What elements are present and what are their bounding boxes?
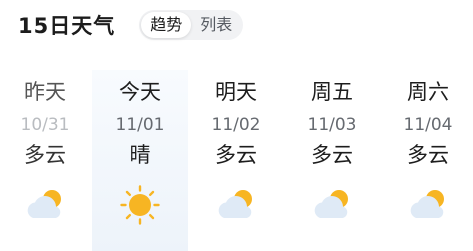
day-forecast-row: 昨天 10/31 多云 今天 11/01 晴 明天 11/02 多云 周五 11… bbox=[0, 70, 473, 251]
day-weather: 多云 bbox=[407, 143, 449, 167]
view-toggle: 趋势 列表 bbox=[139, 10, 244, 40]
page-title: 15日天气 bbox=[18, 14, 116, 38]
day-name: 周五 bbox=[311, 80, 353, 104]
tab-list[interactable]: 列表 bbox=[191, 12, 241, 38]
day-date: 10/31 bbox=[20, 115, 70, 135]
day-date: 11/01 bbox=[115, 115, 165, 135]
day-name: 昨天 bbox=[24, 80, 66, 104]
day-date: 11/04 bbox=[403, 115, 453, 135]
day-column-today[interactable]: 今天 11/01 晴 bbox=[92, 70, 188, 251]
partly-cloudy-icon bbox=[310, 185, 354, 225]
partly-cloudy-icon bbox=[406, 185, 450, 225]
day-name: 明天 bbox=[215, 80, 257, 104]
day-weather: 多云 bbox=[24, 143, 66, 167]
partly-cloudy-icon bbox=[23, 185, 67, 225]
header: 15日天气 趋势 列表 bbox=[18, 8, 473, 42]
day-name: 周六 bbox=[407, 80, 449, 104]
day-date: 11/03 bbox=[307, 115, 357, 135]
weather-15-day-card: 15日天气 趋势 列表 昨天 10/31 多云 今天 11/01 晴 明天 11… bbox=[0, 0, 473, 251]
day-weather: 多云 bbox=[311, 143, 353, 167]
day-column[interactable]: 周五 11/03 多云 bbox=[284, 70, 380, 251]
day-name: 今天 bbox=[119, 80, 161, 104]
day-column[interactable]: 明天 11/02 多云 bbox=[188, 70, 284, 251]
partly-cloudy-icon bbox=[214, 185, 258, 225]
day-date: 11/02 bbox=[211, 115, 261, 135]
day-weather: 多云 bbox=[215, 143, 257, 167]
sun-icon bbox=[118, 185, 162, 225]
day-weather: 晴 bbox=[129, 143, 151, 167]
day-column[interactable]: 昨天 10/31 多云 bbox=[0, 70, 93, 251]
day-column[interactable]: 周六 11/04 多云 bbox=[380, 70, 473, 251]
tab-trend[interactable]: 趋势 bbox=[141, 12, 192, 38]
